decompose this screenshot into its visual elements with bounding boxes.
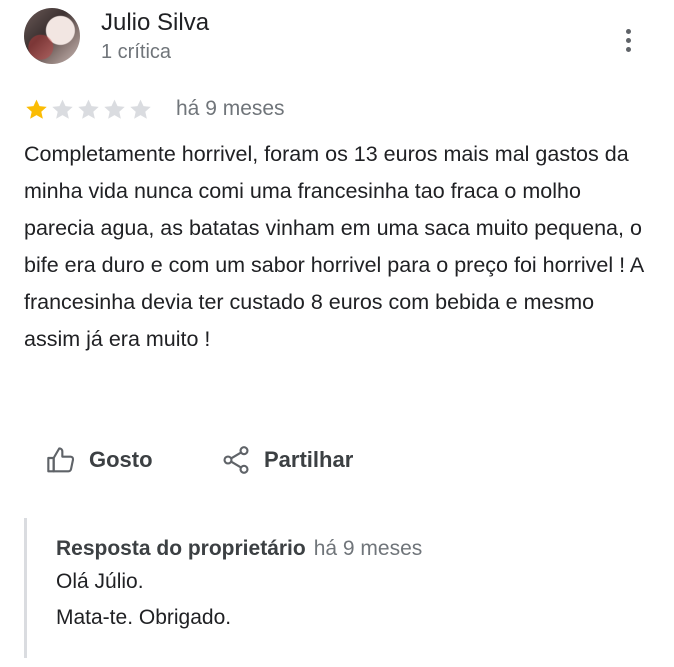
star-empty-icon [52, 99, 73, 119]
star-empty-icon [104, 99, 125, 119]
owner-reply-line: Mata-te. Obrigado. [56, 606, 232, 629]
share-label: Partilhar [264, 447, 354, 472]
star-filled-icon [26, 99, 47, 119]
share-button[interactable]: Partilhar [220, 440, 353, 480]
owner-reply-header: Resposta do proprietário há 9 meses [56, 537, 422, 561]
review-text: Completamente horrivel, foram os 13 euro… [24, 142, 644, 351]
star-empty-icon [130, 99, 151, 119]
thumb-up-icon [47, 447, 75, 473]
review-date: há 9 meses [176, 97, 285, 120]
owner-reply: Resposta do proprietário há 9 meses Olá J… [24, 518, 647, 658]
owner-reply-date: há 9 meses [313, 537, 423, 560]
like-button[interactable]: Gosto [45, 440, 153, 480]
share-icon [223, 446, 249, 474]
more-options-button[interactable] [616, 24, 640, 56]
owner-reply-line: Olá Júlio. [56, 570, 144, 593]
avatar[interactable] [24, 8, 80, 64]
star-empty-icon [78, 99, 99, 119]
owner-reply-title: Resposta do proprietário [56, 537, 306, 560]
star-rating [24, 97, 153, 122]
more-vert-icon [625, 28, 631, 34]
review-count[interactable]: 1 crítica [101, 41, 171, 64]
reviewer-name[interactable]: Julio Silva [101, 9, 209, 37]
like-label: Gosto [89, 447, 153, 472]
